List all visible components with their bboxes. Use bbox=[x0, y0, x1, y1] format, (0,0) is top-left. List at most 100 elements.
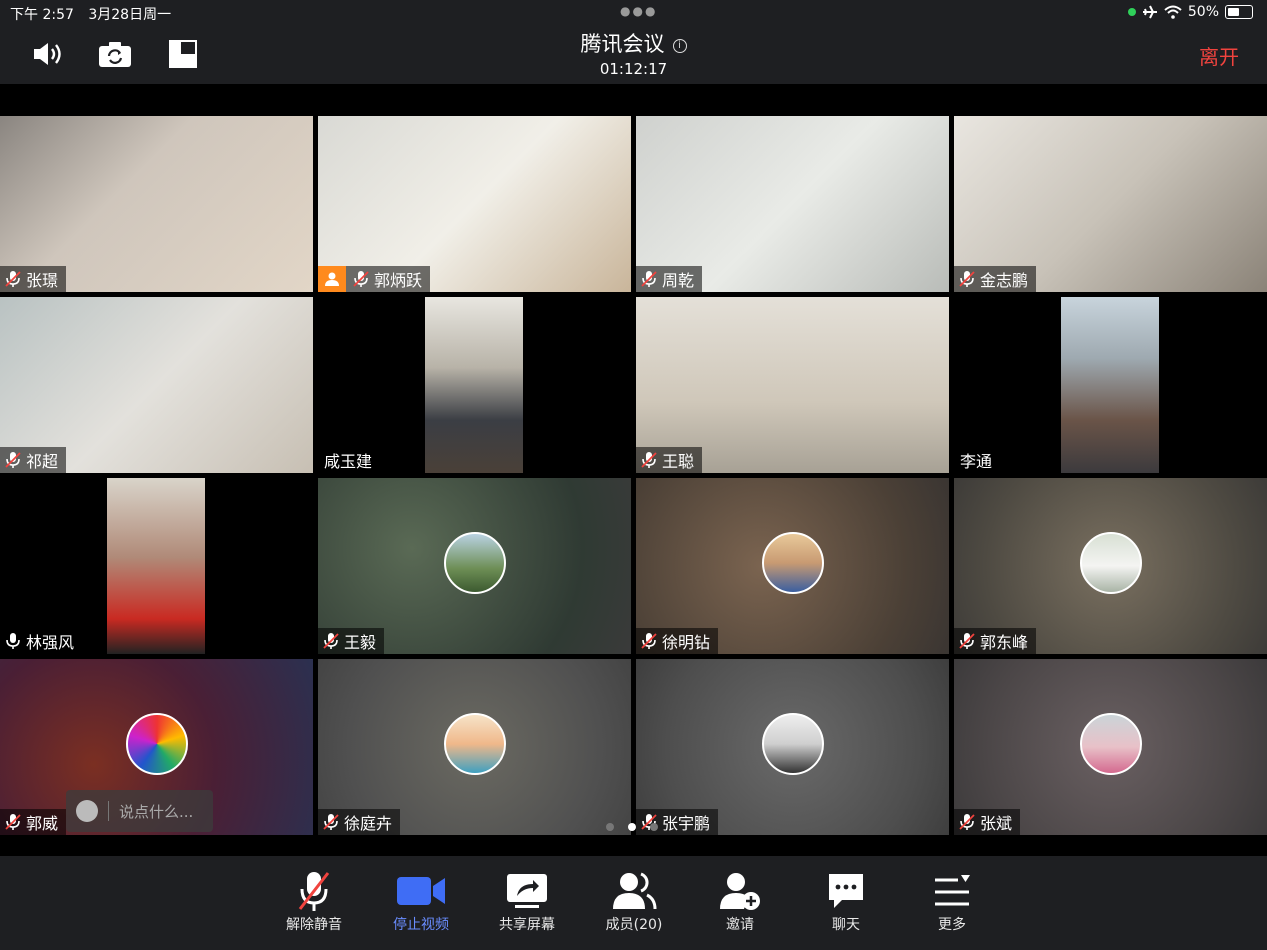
participant-name: 郭东峰 bbox=[980, 633, 1029, 652]
battery-percent: 50% bbox=[1187, 4, 1219, 20]
chat-bubble-icon bbox=[829, 874, 863, 908]
status-time: 下午 2:57 bbox=[10, 7, 74, 23]
add-user-icon bbox=[720, 873, 760, 910]
more-button[interactable]: 更多 bbox=[912, 868, 992, 934]
participant-tile[interactable]: 周乾 bbox=[636, 116, 949, 292]
mic-muted-icon bbox=[298, 872, 330, 911]
stop-video-label: 停止视频 bbox=[393, 917, 449, 933]
participant-video-portrait bbox=[107, 478, 205, 654]
wifi-icon bbox=[1164, 5, 1182, 19]
status-date: 3月28日周一 bbox=[88, 7, 172, 23]
speaker-icon[interactable] bbox=[28, 36, 68, 72]
participant-name-tag: 祁超 bbox=[0, 447, 67, 473]
switch-camera-icon[interactable] bbox=[95, 36, 135, 72]
participant-name: 徐庭卉 bbox=[344, 814, 393, 833]
participant-tile[interactable]: 张斌 bbox=[954, 659, 1267, 835]
share-screen-label: 共享屏幕 bbox=[499, 917, 555, 933]
participant-tile[interactable]: 李通 bbox=[954, 297, 1267, 473]
camera-indicator-icon bbox=[1127, 8, 1136, 16]
participant-tile[interactable]: 祁超 bbox=[0, 297, 313, 473]
participant-tile[interactable]: 郭东峰 bbox=[954, 478, 1267, 654]
avatar bbox=[443, 532, 506, 594]
participant-name-tag: 张宇鹏 bbox=[636, 809, 719, 835]
video-grid: 张璟 郭炳跃 周乾 金志鹏祁超 咸玉建 王聪 李通林强风 王毅 徐明钻 郭东峰郭威 徐庭卉 张宇鹏 张斌 bbox=[0, 116, 1267, 836]
participant-name: 金志鹏 bbox=[980, 271, 1029, 290]
participant-name-tag: 周乾 bbox=[636, 266, 703, 292]
page-dot[interactable] bbox=[650, 823, 658, 831]
participant-name: 周乾 bbox=[662, 271, 695, 290]
participant-tile[interactable]: 徐庭卉 bbox=[318, 659, 631, 835]
participant-name: 张宇鹏 bbox=[662, 814, 711, 833]
members-icon bbox=[613, 872, 657, 910]
participant-name-tag: 咸玉建 bbox=[318, 447, 380, 473]
participant-tile[interactable]: 王毅 bbox=[318, 478, 631, 654]
mic-muted-icon bbox=[352, 270, 370, 288]
participant-name: 王聪 bbox=[662, 452, 695, 471]
video-camera-icon bbox=[397, 877, 445, 905]
leave-button[interactable]: 离开 bbox=[1199, 41, 1239, 70]
chat-quick-input[interactable]: 说点什么... bbox=[66, 790, 213, 832]
meeting-screen: 下午 2:57 3月28日周一 ●●● 50% 腾讯会议i 01:12:17 bbox=[0, 0, 1267, 950]
page-dot-active[interactable] bbox=[628, 823, 636, 831]
participant-name: 郭炳跃 bbox=[374, 271, 423, 290]
mic-muted-icon bbox=[640, 451, 658, 469]
mic-icon bbox=[4, 632, 22, 650]
stop-video-button[interactable]: 停止视频 bbox=[381, 868, 461, 934]
participant-name-tag: 徐明钻 bbox=[636, 628, 719, 654]
participant-tile[interactable]: 王聪 bbox=[636, 297, 949, 473]
meeting-toolbar: 解除静音 停止视频 共享屏幕 成员(20) 邀请 聊天 更多 bbox=[0, 856, 1267, 950]
info-icon[interactable]: i bbox=[672, 39, 687, 53]
participant-name: 李通 bbox=[960, 452, 993, 471]
more-label: 更多 bbox=[938, 917, 966, 933]
mic-muted-icon bbox=[640, 632, 658, 650]
multitask-dots-icon[interactable]: ●●● bbox=[620, 4, 657, 18]
participant-name-tag: 郭威 bbox=[0, 809, 67, 835]
page-dot[interactable] bbox=[606, 823, 614, 831]
chat-label: 聊天 bbox=[832, 917, 860, 933]
participant-name: 徐明钻 bbox=[662, 633, 711, 652]
mic-muted-icon bbox=[4, 270, 22, 288]
meeting-header: 腾讯会议 i 01:12:17 离开 bbox=[0, 26, 1267, 84]
more-menu-icon bbox=[935, 875, 970, 906]
mic-muted-icon bbox=[640, 270, 658, 288]
mic-muted-icon bbox=[4, 451, 22, 469]
participant-tile[interactable]: 林强风 bbox=[0, 478, 313, 654]
invite-label: 邀请 bbox=[726, 917, 754, 933]
meeting-title[interactable]: 腾讯会议 bbox=[581, 28, 665, 58]
members-label: 成员(20) bbox=[605, 917, 663, 933]
avatar bbox=[443, 713, 506, 775]
participant-tile[interactable]: 徐明钻 bbox=[636, 478, 949, 654]
emoji-icon[interactable] bbox=[76, 800, 98, 822]
participant-name-tag: 张璟 bbox=[0, 266, 67, 292]
participant-name-tag: 王毅 bbox=[318, 628, 385, 654]
invite-button[interactable]: 邀请 bbox=[700, 868, 780, 934]
battery-icon bbox=[1225, 5, 1253, 19]
share-screen-icon bbox=[507, 874, 547, 908]
share-screen-button[interactable]: 共享屏幕 bbox=[487, 868, 567, 934]
unmute-button[interactable]: 解除静音 bbox=[274, 868, 354, 934]
status-bar: 下午 2:57 3月28日周一 ●●● 50% bbox=[0, 0, 1267, 26]
page-indicator[interactable] bbox=[606, 823, 658, 831]
participant-tile[interactable]: 张宇鹏 bbox=[636, 659, 949, 835]
participant-video-portrait bbox=[425, 297, 523, 473]
chat-button[interactable]: 聊天 bbox=[806, 868, 886, 934]
participant-tile[interactable]: 金志鹏 bbox=[954, 116, 1267, 292]
participant-name: 王毅 bbox=[344, 633, 377, 652]
members-button[interactable]: 成员(20) bbox=[594, 868, 674, 934]
participant-name-tag: 郭东峰 bbox=[954, 628, 1037, 654]
mic-muted-icon bbox=[322, 813, 340, 831]
participant-name: 张斌 bbox=[980, 814, 1013, 833]
chat-placeholder: 说点什么... bbox=[119, 802, 194, 821]
avatar bbox=[1079, 532, 1142, 594]
participant-tile[interactable]: 咸玉建 bbox=[318, 297, 631, 473]
participant-name-tag: 林强风 bbox=[0, 628, 83, 654]
participant-tile[interactable]: 张璟 bbox=[0, 116, 313, 292]
participant-name-tag: 王聪 bbox=[636, 447, 703, 473]
participant-tile[interactable]: 郭炳跃 bbox=[318, 116, 631, 292]
host-icon bbox=[318, 266, 346, 292]
layout-icon[interactable] bbox=[163, 36, 203, 72]
participant-name: 张璟 bbox=[26, 271, 59, 290]
mic-muted-icon bbox=[958, 270, 976, 288]
participant-name-tag: 张斌 bbox=[954, 809, 1021, 835]
avatar bbox=[761, 713, 824, 775]
